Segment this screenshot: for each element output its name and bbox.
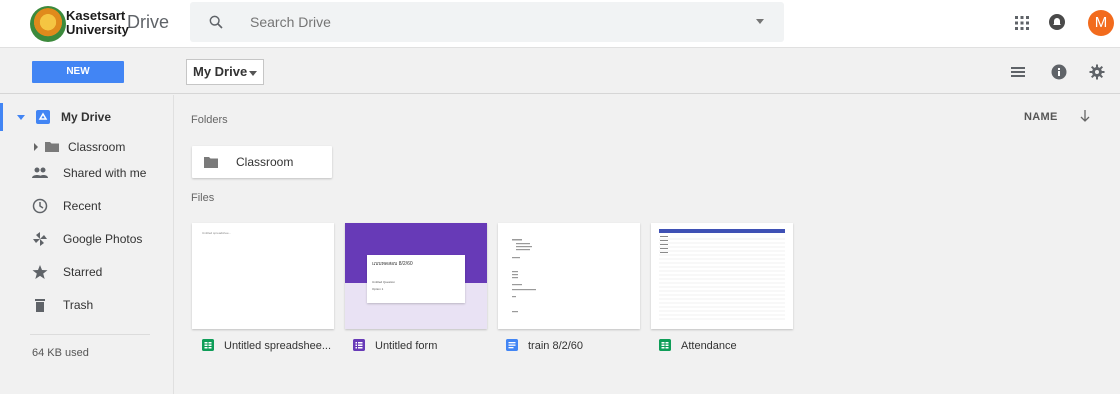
new-button[interactable]: NEW bbox=[32, 61, 124, 83]
form-preview-question: Untitled Question bbox=[372, 280, 396, 284]
search-options-caret-icon[interactable] bbox=[756, 19, 764, 24]
avatar[interactable]: M bbox=[1088, 10, 1114, 36]
sidebar-item-label: Google Photos bbox=[63, 232, 143, 246]
file-thumbnail[interactable]: แบบทดสอบ 8/2/60 Untitled Question Option… bbox=[345, 223, 487, 329]
form-preview-card: แบบทดสอบ 8/2/60 Untitled Question Option… bbox=[367, 255, 465, 303]
sidebar-item-my-drive[interactable]: My Drive bbox=[0, 103, 174, 131]
arrow-down-icon[interactable] bbox=[1079, 109, 1091, 123]
document-icon bbox=[506, 339, 518, 351]
chevron-right-icon[interactable] bbox=[33, 139, 39, 155]
location-label: My Drive bbox=[193, 64, 248, 79]
form-preview-option: Option 1 bbox=[372, 287, 384, 291]
sidebar-item-google-photos[interactable]: Google Photos bbox=[0, 225, 174, 253]
search-bar[interactable] bbox=[190, 2, 784, 42]
sheet-preview-text: Untitled spreadshee... bbox=[202, 231, 232, 235]
chevron-down-icon bbox=[249, 71, 257, 76]
notifications-icon[interactable] bbox=[1048, 13, 1066, 31]
top-header: Kasetsart University Drive M bbox=[0, 0, 1120, 48]
list-view-icon[interactable] bbox=[1010, 64, 1026, 80]
sort-by-name-button[interactable]: NAME bbox=[1024, 111, 1058, 123]
file-thumbnail[interactable] bbox=[498, 223, 640, 329]
university-logo[interactable] bbox=[30, 6, 66, 42]
sidebar-item-label: Shared with me bbox=[63, 166, 147, 180]
sidebar-item-label: Trash bbox=[63, 298, 94, 312]
folder-card[interactable]: Classroom bbox=[192, 146, 332, 178]
files-heading: Files bbox=[191, 192, 215, 204]
form-preview-title: แบบทดสอบ 8/2/60 bbox=[372, 261, 413, 267]
pinwheel-icon bbox=[33, 232, 47, 246]
expand-caret-icon[interactable] bbox=[17, 109, 25, 125]
form-icon bbox=[353, 339, 365, 351]
sidebar-item-trash[interactable]: Trash bbox=[0, 291, 174, 319]
folders-heading: Folders bbox=[191, 114, 228, 126]
apps-grid-icon[interactable] bbox=[1015, 16, 1029, 30]
file-thumbnail[interactable]: Untitled spreadshee... bbox=[192, 223, 334, 329]
sidebar-item-classroom[interactable]: Classroom bbox=[0, 133, 174, 161]
sidebar: My Drive Classroom Shared with me Recent… bbox=[0, 95, 174, 394]
org-name[interactable]: Kasetsart University bbox=[66, 9, 129, 37]
sheet-header-band bbox=[659, 229, 785, 233]
location-dropdown[interactable]: My Drive bbox=[186, 59, 264, 85]
sidebar-item-shared-with-me[interactable]: Shared with me bbox=[0, 159, 174, 187]
toolbar: NEW My Drive bbox=[0, 48, 1120, 94]
main-content: Folders NAME Classroom Files Untitled sp… bbox=[175, 95, 1120, 394]
folder-name: Classroom bbox=[236, 155, 294, 169]
doc-preview-lines bbox=[512, 239, 536, 313]
people-icon bbox=[32, 167, 48, 178]
file-name: train 8/2/60 bbox=[528, 340, 584, 352]
sidebar-item-label: My Drive bbox=[61, 110, 112, 124]
trash-icon bbox=[35, 299, 45, 312]
sidebar-item-label: Recent bbox=[63, 199, 102, 213]
app-name[interactable]: Drive bbox=[127, 12, 169, 33]
storage-usage[interactable]: 64 KB used bbox=[32, 347, 89, 359]
sidebar-item-starred[interactable]: Starred bbox=[0, 258, 174, 286]
file-thumbnail[interactable] bbox=[651, 223, 793, 329]
sidebar-item-label: Classroom bbox=[68, 140, 126, 154]
sheet-preview-grid bbox=[659, 236, 785, 320]
search-icon[interactable] bbox=[208, 14, 224, 30]
sidebar-item-label: Starred bbox=[63, 265, 103, 279]
file-name: Untitled form bbox=[375, 340, 438, 352]
folder-icon bbox=[204, 157, 218, 168]
folder-icon bbox=[45, 142, 59, 152]
spreadsheet-icon bbox=[659, 339, 671, 351]
drive-icon bbox=[36, 110, 50, 124]
info-icon[interactable] bbox=[1051, 64, 1067, 80]
clock-icon bbox=[32, 198, 48, 214]
settings-gear-icon[interactable] bbox=[1089, 64, 1105, 80]
search-input[interactable] bbox=[250, 12, 730, 32]
sidebar-item-recent[interactable]: Recent bbox=[0, 192, 174, 220]
file-name: Attendance bbox=[681, 340, 737, 352]
sidebar-divider bbox=[30, 334, 150, 335]
file-name: Untitled spreadshee... bbox=[224, 340, 332, 352]
star-icon bbox=[32, 265, 48, 279]
spreadsheet-icon bbox=[202, 339, 214, 351]
